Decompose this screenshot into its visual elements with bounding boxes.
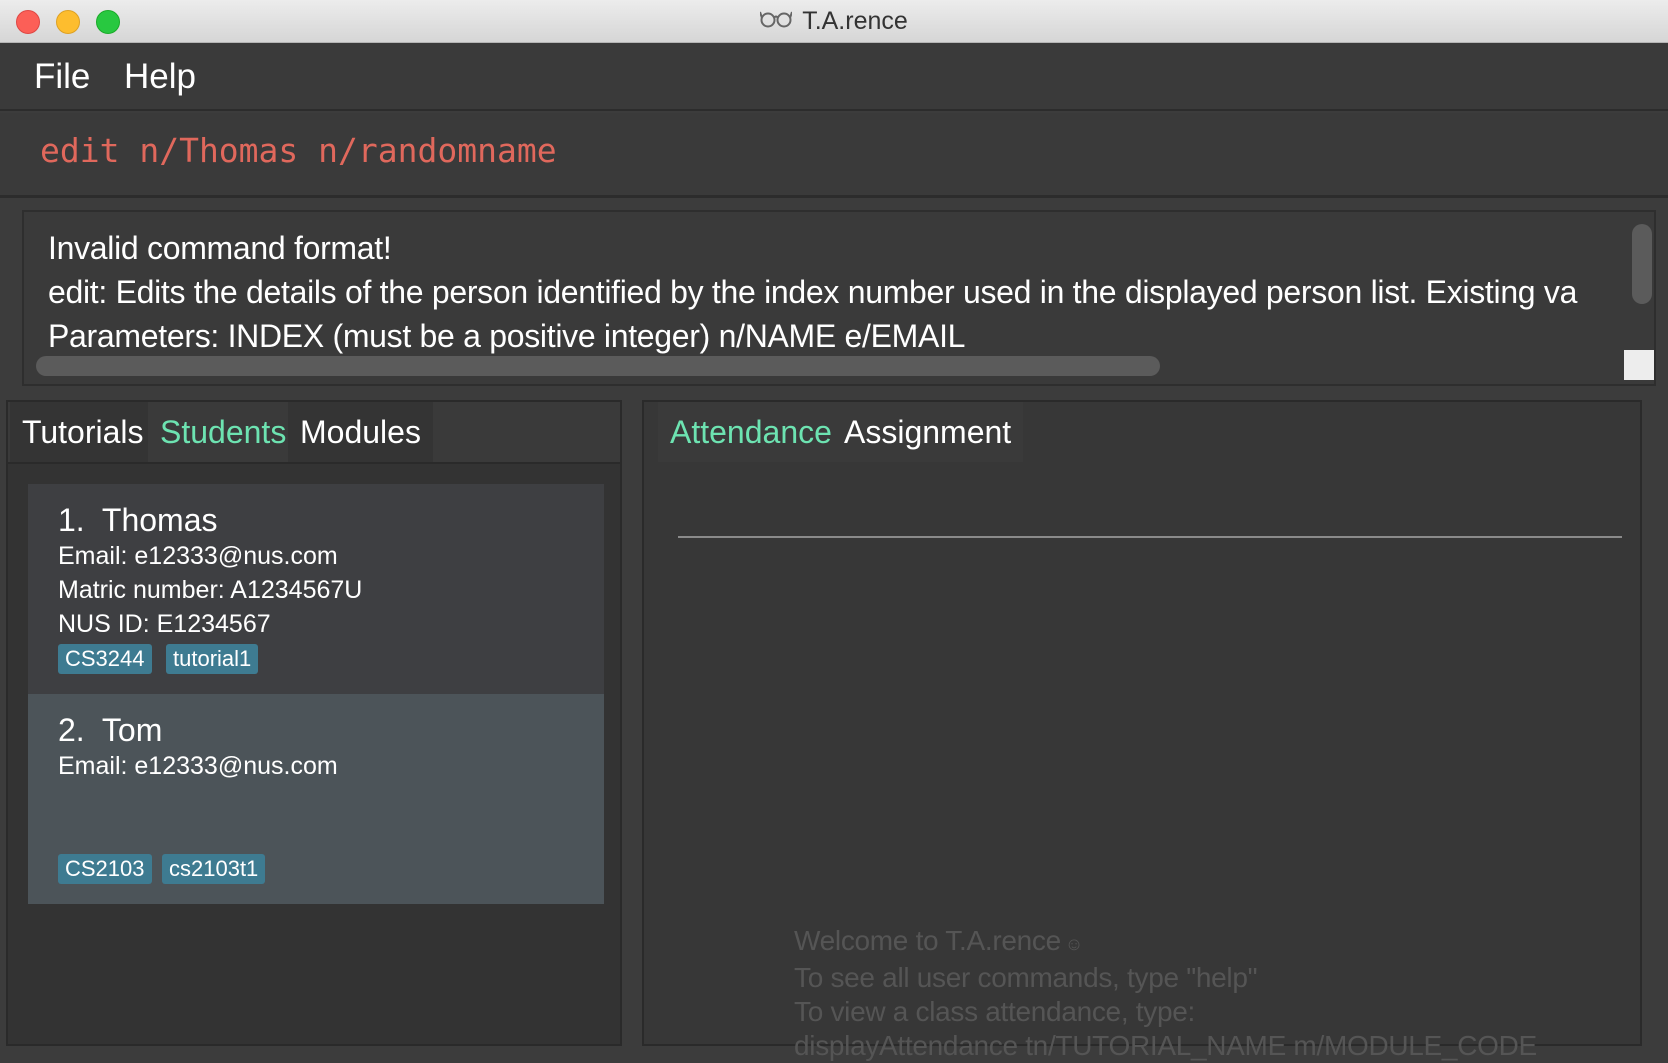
result-line: Invalid command format! bbox=[48, 230, 392, 266]
left-panel: Tutorials Students Modules 1. Thomas Ema… bbox=[6, 400, 622, 1046]
scroll-corner bbox=[1624, 350, 1654, 380]
student-name: 1. Thomas bbox=[58, 502, 217, 539]
tag: CS3244 bbox=[58, 644, 152, 674]
result-display: Invalid command format! edit: Edits the … bbox=[22, 210, 1656, 386]
student-card[interactable]: 1. Thomas Email: e12333@nus.com Matric n… bbox=[28, 484, 604, 694]
smile-icon: ☺ bbox=[1064, 934, 1083, 954]
tab-modules[interactable]: Modules bbox=[288, 402, 433, 462]
student-card[interactable]: 2. Tom Email: e12333@nus.com CS2103 cs21… bbox=[28, 694, 604, 904]
student-email: Email: e12333@nus.com bbox=[58, 542, 338, 570]
left-tab-bar: Tutorials Students Modules bbox=[8, 402, 620, 464]
welcome-line: To see all user commands, type "help" bbox=[794, 962, 1258, 993]
welcome-line: Welcome to T.A.rence ☺ bbox=[794, 924, 1594, 961]
tab-attendance[interactable]: Attendance bbox=[658, 402, 844, 462]
horizontal-scrollbar[interactable] bbox=[36, 356, 1160, 376]
student-nusid: NUS ID: E1234567 bbox=[58, 610, 271, 638]
student-matric: Matric number: A1234567U bbox=[58, 576, 363, 604]
window-title: T.A.rence bbox=[802, 7, 908, 35]
menu-file[interactable]: File bbox=[34, 43, 90, 111]
command-box[interactable]: edit n/Thomas n/randomname bbox=[0, 113, 1668, 198]
tag: cs2103t1 bbox=[162, 854, 266, 884]
divider bbox=[678, 536, 1622, 538]
student-index: 1. bbox=[58, 502, 85, 538]
tab-tutorials[interactable]: Tutorials bbox=[10, 402, 156, 462]
student-email: Email: e12333@nus.com bbox=[58, 752, 338, 780]
vertical-scrollbar[interactable] bbox=[1632, 224, 1652, 304]
welcome-line: To view a class attendance, type: bbox=[794, 996, 1195, 1027]
command-input[interactable]: edit n/Thomas n/randomname bbox=[40, 131, 557, 170]
result-line: edit: Edits the details of the person id… bbox=[48, 274, 1578, 310]
tab-students[interactable]: Students bbox=[148, 402, 299, 462]
student-name-text: Tom bbox=[101, 712, 163, 748]
result-line: Parameters: INDEX (must be a positive in… bbox=[48, 318, 966, 354]
welcome-line: displayAttendance tn/TUTORIAL_NAME m/MOD… bbox=[794, 1030, 1537, 1061]
welcome-title: Welcome to T.A.rence bbox=[794, 925, 1061, 956]
student-name: 2. Tom bbox=[58, 712, 162, 749]
tag: CS2103 bbox=[58, 854, 152, 884]
right-tab-bar: Attendance Assignment bbox=[644, 402, 1044, 464]
menu-bar: File Help bbox=[0, 43, 1668, 111]
tab-assignment[interactable]: Assignment bbox=[832, 402, 1024, 462]
window-title-wrap: T.A.rence bbox=[0, 0, 1668, 43]
glasses-icon bbox=[759, 7, 794, 36]
menu-help[interactable]: Help bbox=[124, 43, 196, 111]
right-panel: Attendance Assignment Welcome to T.A.ren… bbox=[642, 400, 1642, 1061]
tag: tutorial1 bbox=[166, 644, 259, 674]
result-text: Invalid command format! edit: Edits the … bbox=[48, 226, 1604, 358]
welcome-message: Welcome to T.A.rence ☺ To see all user co… bbox=[794, 924, 1594, 1063]
title-bar: T.A.rence bbox=[0, 0, 1668, 43]
student-name-text: Thomas bbox=[101, 502, 218, 538]
student-index: 2. bbox=[58, 712, 85, 748]
